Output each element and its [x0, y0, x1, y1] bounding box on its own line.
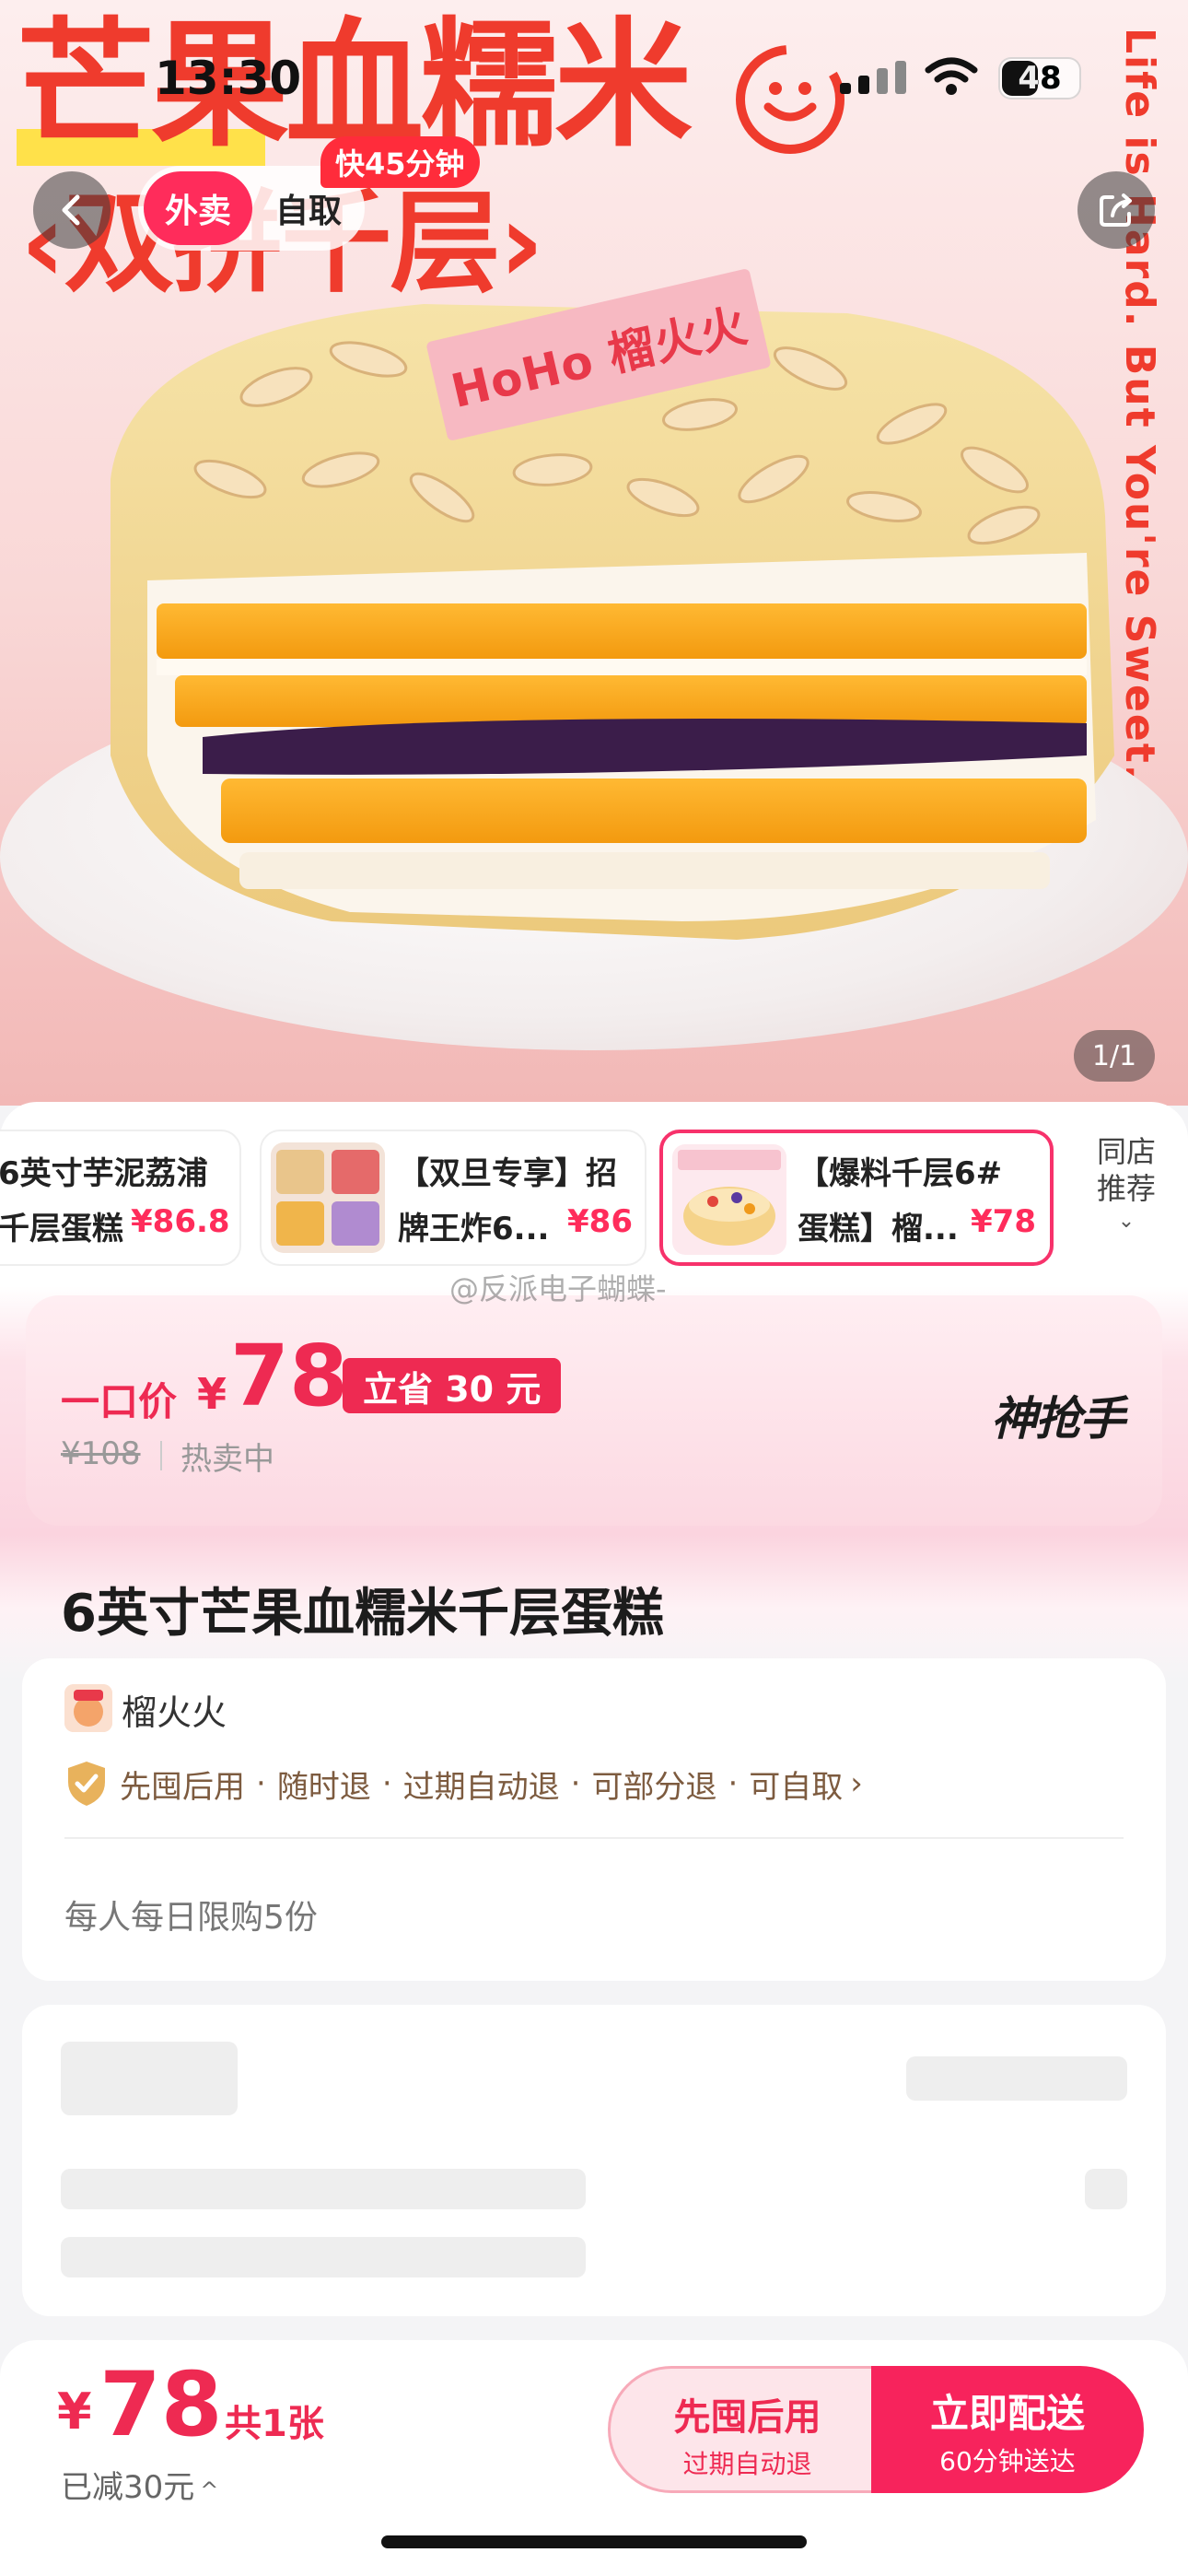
recommend-title: 【爆料千层6# — [798, 1155, 1003, 1192]
buy-subtitle: 60分钟送达 — [939, 2446, 1076, 2476]
buy-now-use-later-button[interactable]: 先囤后用 过期自动退 — [608, 2366, 884, 2493]
price-card: 一口价 ¥ 78 立省 30 元 ¥108 热卖中 神抢手 — [26, 1295, 1162, 1526]
product-title: 6英寸芒果血糯米千层蛋糕 — [61, 1584, 664, 1644]
recommend-price: ¥86.8 — [131, 1203, 230, 1240]
price-currency: ¥ — [197, 1369, 227, 1419]
recommend-title: 蛋糕】榴... — [798, 1211, 959, 1247]
loading-placeholder — [22, 2005, 1166, 2316]
guarantee-item: 可部分退 — [591, 1768, 717, 1806]
deliver-now-button[interactable]: 立即配送 60分钟送达 — [871, 2366, 1144, 2493]
recommend-card[interactable]: 6英寸芋泥荔浦 千层蛋糕 ¥86.8 — [0, 1130, 241, 1266]
back-button[interactable] — [33, 171, 111, 249]
recommend-thumbnail — [271, 1142, 385, 1253]
recommend-card-selected[interactable]: 【爆料千层6# 蛋糕】榴... ¥78 — [659, 1130, 1054, 1266]
image-counter: 1/1 — [1074, 1030, 1155, 1082]
brand-logo-icon — [736, 45, 844, 154]
shield-check-icon — [68, 1762, 105, 1806]
battery-text: 48 — [1018, 60, 1062, 97]
divider — [64, 1837, 1124, 1839]
skeleton-block — [61, 2237, 586, 2277]
store-rec-label: 推荐 — [1096, 1171, 1156, 1206]
chevron-right-icon: › — [850, 1765, 863, 1802]
share-icon — [1100, 193, 1132, 227]
skeleton-block — [1085, 2169, 1127, 2209]
store-rec-label: 同店 — [1096, 1134, 1156, 1169]
brand-label: 神抢手 — [991, 1392, 1125, 1446]
recommend-title: 牌王炸6... — [398, 1211, 550, 1247]
guarantee-item: 可自取 — [749, 1768, 844, 1806]
chevron-down-icon: ⌄ — [1117, 1210, 1136, 1233]
battery-icon: 48 — [998, 57, 1081, 100]
chevron-left-icon — [62, 194, 80, 226]
recommend-thumbnail — [672, 1144, 786, 1255]
recommend-strip: 6英寸芋泥荔浦 千层蛋糕 ¥86.8 【双旦专享】招 牌王炸6... ¥86 【… — [0, 1102, 1188, 1286]
hot-selling-label: 热卖中 — [181, 1441, 274, 1478]
share-button[interactable] — [1077, 171, 1155, 249]
store-name[interactable]: 榴火火 — [122, 1684, 227, 1735]
skeleton-block — [61, 2169, 586, 2209]
store-avatar[interactable] — [64, 1684, 112, 1732]
guarantee-item: 先囤后用 — [120, 1768, 245, 1806]
watermark: @反派电子蝴蝶- — [449, 1271, 667, 1306]
recommend-title: 【双旦专享】招 — [398, 1155, 617, 1192]
recommend-title: 6英寸芋泥荔浦 — [0, 1155, 208, 1192]
cellular-signal-icon — [840, 61, 906, 94]
chevron-up-icon: ^ — [200, 2477, 219, 2503]
guarantee-item: 随时退 — [276, 1768, 371, 1806]
buy-title: 立即配送 — [929, 2391, 1085, 2436]
guarantee-row[interactable]: 先囤后用 · 随时退 · 过期自动退 · 可部分退 · 可自取 › — [64, 1758, 863, 1809]
guarantee-item: 过期自动退 — [402, 1768, 560, 1806]
discount-text: 已减30元 — [61, 2469, 195, 2506]
hero-title: 芒果血糯米 — [17, 6, 693, 166]
discount-detail-toggle[interactable]: 已减30元 ^ — [61, 2462, 218, 2507]
recommend-price: ¥78 — [971, 1203, 1036, 1240]
tab-delivery[interactable]: 外卖 — [144, 171, 252, 245]
bnpl-title: 先囤后用 — [673, 2396, 821, 2439]
store-recommend-button[interactable]: 同店 推荐 ⌄ — [1076, 1133, 1177, 1235]
bnpl-subtitle: 过期自动退 — [682, 2449, 812, 2479]
price-banner: 一口价 ¥ 78 立省 30 元 ¥108 热卖中 神抢手 — [0, 1286, 1188, 1535]
total-price: 78 — [99, 2353, 223, 2456]
recommend-card[interactable]: 【双旦专享】招 牌王炸6... ¥86 — [260, 1130, 646, 1266]
skeleton-block — [906, 2056, 1127, 2101]
store-card: 榴火火 先囤后用 · 随时退 · 过期自动退 · 可部分退 · 可自取 › 每人… — [22, 1658, 1166, 1981]
wifi-icon — [925, 57, 978, 95]
home-indicator[interactable] — [381, 2535, 807, 2548]
total-currency: ¥ — [57, 2383, 92, 2441]
fast-badge: 快45分钟 — [320, 136, 480, 188]
price-label: 一口价 — [61, 1379, 178, 1424]
save-badge: 立省 30 元 — [343, 1358, 562, 1413]
divider — [160, 1441, 162, 1470]
recommend-price: ¥86 — [567, 1203, 633, 1240]
skeleton-block — [61, 2042, 238, 2115]
original-price: ¥108 — [61, 1435, 141, 1472]
price-value: 78 — [230, 1327, 349, 1425]
purchase-limit: 每人每日限购5份 — [64, 1899, 318, 1937]
status-time: 13:30 — [155, 52, 302, 105]
recommend-title: 千层蛋糕 — [0, 1211, 123, 1247]
total-count: 共1张 — [225, 2403, 324, 2445]
